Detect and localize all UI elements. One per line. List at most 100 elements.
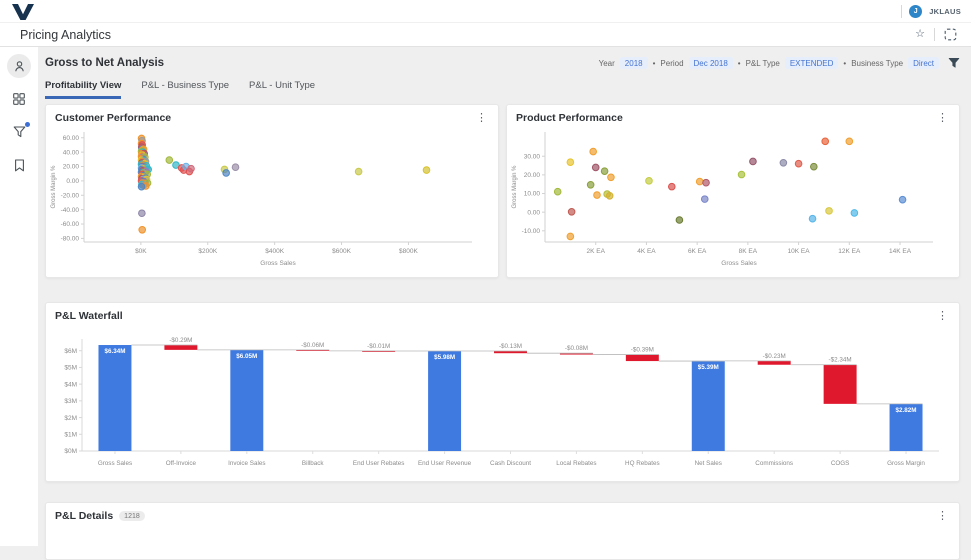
svg-text:12K EA: 12K EA — [838, 248, 861, 255]
product-performance-card: Product Performance ⋮ 30.00 20.00 10.00 0.0… — [506, 104, 960, 278]
svg-text:Gross Margin: Gross Margin — [887, 460, 925, 467]
filter-chip-period[interactable]: Dec 2018 — [688, 57, 733, 69]
left-icon-rail — [0, 47, 38, 546]
pl-waterfall-chart: $0M $1M $2M $3M $4M $5M $6M $6.34M Gross Sales -$… — [64, 337, 939, 467]
kebab-menu-icon[interactable]: ⋮ — [935, 310, 950, 322]
card-title: Customer Performance — [55, 112, 172, 124]
svg-text:10.00: 10.00 — [524, 191, 541, 198]
customer-performance-card: Customer Performance ⋮ 60.00 40.00 20.00 0.… — [45, 104, 499, 278]
svg-text:$800K: $800K — [399, 248, 418, 255]
svg-text:-$0.08M: -$0.08M — [565, 345, 588, 352]
pl-waterfall-card: P&L Waterfall ⋮ $0M $1M $2M $3M $4M $5M $6M $6.… — [45, 302, 960, 482]
customer-performance-chart: 60.00 40.00 20.00 0.00 -20.00 -40.00 -60.00 -80… — [51, 132, 472, 267]
svg-text:Gross Sales: Gross Sales — [721, 260, 757, 267]
page-title: Pricing Analytics — [20, 27, 112, 42]
person-icon — [14, 60, 24, 71]
main-content: Gross to Net Analysis Year 2018 • Period… — [38, 47, 971, 560]
svg-text:$6.05M: $6.05M — [236, 353, 257, 360]
svg-text:60.00: 60.00 — [63, 135, 80, 142]
top-app-bar: J JKLAUS — [0, 0, 971, 23]
svg-text:$600K: $600K — [332, 248, 351, 255]
svg-text:-40.00: -40.00 — [61, 207, 80, 214]
svg-text:-$0.23M: -$0.23M — [763, 353, 786, 360]
svg-text:$1M: $1M — [64, 431, 77, 438]
filter-label: Period — [660, 58, 684, 68]
svg-text:$200K: $200K — [198, 248, 217, 255]
svg-text:$3M: $3M — [64, 398, 77, 405]
username: JKLAUS — [929, 6, 961, 16]
card-title: P&L Waterfall — [55, 310, 123, 322]
svg-text:20.00: 20.00 — [524, 172, 541, 179]
svg-text:0.00: 0.00 — [66, 178, 79, 185]
svg-text:10K EA: 10K EA — [788, 248, 811, 255]
svg-text:-$0.06M: -$0.06M — [301, 342, 324, 349]
rail-grid-button[interactable] — [7, 87, 31, 111]
svg-text:Billback: Billback — [302, 460, 325, 467]
row-count-badge: 1218 — [119, 511, 145, 521]
filter-label: P&L Type — [745, 58, 780, 68]
filter-bullet: • — [737, 58, 741, 68]
svg-text:30.00: 30.00 — [524, 153, 541, 160]
filter-bullet: • — [652, 58, 656, 68]
svg-text:-10.00: -10.00 — [522, 228, 541, 235]
svg-text:$6M: $6M — [64, 348, 77, 355]
svg-text:14K EA: 14K EA — [889, 248, 912, 255]
grid-icon — [13, 93, 25, 105]
view-tabs: Profitability View P&L - Business Type P… — [45, 80, 960, 99]
tab-pl-business-type[interactable]: P&L - Business Type — [141, 80, 229, 99]
svg-text:HQ Rebates: HQ Rebates — [625, 460, 660, 467]
pl-details-card: P&L Details 1218 ⋮ — [45, 502, 960, 560]
filter-label: Business Type — [851, 58, 904, 68]
svg-text:$5M: $5M — [64, 365, 77, 372]
user-avatar[interactable]: J — [909, 4, 923, 18]
vendavo-logo[interactable] — [10, 1, 36, 21]
svg-text:-$2.34M: -$2.34M — [829, 357, 852, 364]
svg-text:Local Rebates: Local Rebates — [556, 460, 596, 467]
svg-text:-80.00: -80.00 — [61, 236, 80, 243]
svg-text:$400K: $400K — [265, 248, 284, 255]
svg-text:$0M: $0M — [64, 448, 77, 455]
kebab-menu-icon[interactable]: ⋮ — [474, 112, 489, 124]
svg-text:Gross Sales: Gross Sales — [98, 460, 132, 467]
topbar-divider — [901, 4, 903, 18]
notification-dot — [25, 122, 30, 127]
svg-text:$5.98M: $5.98M — [434, 354, 455, 361]
favorite-star-icon[interactable]: ☆ — [915, 29, 925, 40]
svg-text:-20.00: -20.00 — [61, 192, 80, 199]
filter-chip-year[interactable]: 2018 — [619, 57, 648, 69]
svg-text:$6.34M: $6.34M — [104, 348, 125, 355]
svg-text:2K EA: 2K EA — [587, 248, 606, 255]
svg-text:4K EA: 4K EA — [637, 248, 656, 255]
filter-chip-business-type[interactable]: Direct — [908, 57, 939, 69]
rail-person-button[interactable] — [7, 54, 31, 78]
expand-icon[interactable] — [944, 28, 957, 41]
svg-text:-60.00: -60.00 — [61, 221, 80, 228]
svg-text:$2M: $2M — [64, 415, 77, 422]
svg-text:-$0.29M: -$0.29M — [169, 337, 192, 344]
page-title-bar: Pricing Analytics ☆ — [0, 23, 971, 47]
tab-pl-unit-type[interactable]: P&L - Unit Type — [249, 80, 315, 99]
open-filters-funnel-icon[interactable] — [948, 57, 960, 69]
svg-text:-$0.13M: -$0.13M — [499, 343, 522, 350]
kebab-menu-icon[interactable]: ⋮ — [935, 112, 950, 124]
filter-chip-pl-type[interactable]: EXTENDED — [784, 57, 839, 69]
product-performance-chart: 30.00 20.00 10.00 0.00 -10.00 2K EA 4K EA 6K EA… — [512, 132, 933, 267]
filter-summary-bar: Year 2018 • Period Dec 2018 • P&L Type E… — [599, 57, 960, 69]
filter-funnel-icon — [13, 126, 25, 138]
filter-label: Year — [598, 58, 615, 68]
svg-text:Commissions: Commissions — [755, 460, 793, 467]
svg-text:8K EA: 8K EA — [739, 248, 758, 255]
svg-text:Gross Sales: Gross Sales — [260, 260, 296, 267]
svg-text:-$0.01M: -$0.01M — [367, 343, 390, 350]
avatar-initial: J — [913, 7, 918, 15]
tab-profitability-view[interactable]: Profitability View — [45, 80, 122, 99]
rail-filter-button[interactable] — [7, 120, 31, 144]
svg-text:End User Rebates: End User Rebates — [353, 460, 404, 467]
svg-text:Invoice Sales: Invoice Sales — [228, 460, 265, 467]
kebab-menu-icon[interactable]: ⋮ — [935, 510, 950, 522]
rail-bookmark-button[interactable] — [7, 153, 31, 177]
card-title: Product Performance — [516, 112, 623, 124]
bookmark-icon — [14, 158, 24, 171]
svg-text:$5.39M: $5.39M — [698, 364, 719, 371]
svg-text:6K EA: 6K EA — [688, 248, 707, 255]
